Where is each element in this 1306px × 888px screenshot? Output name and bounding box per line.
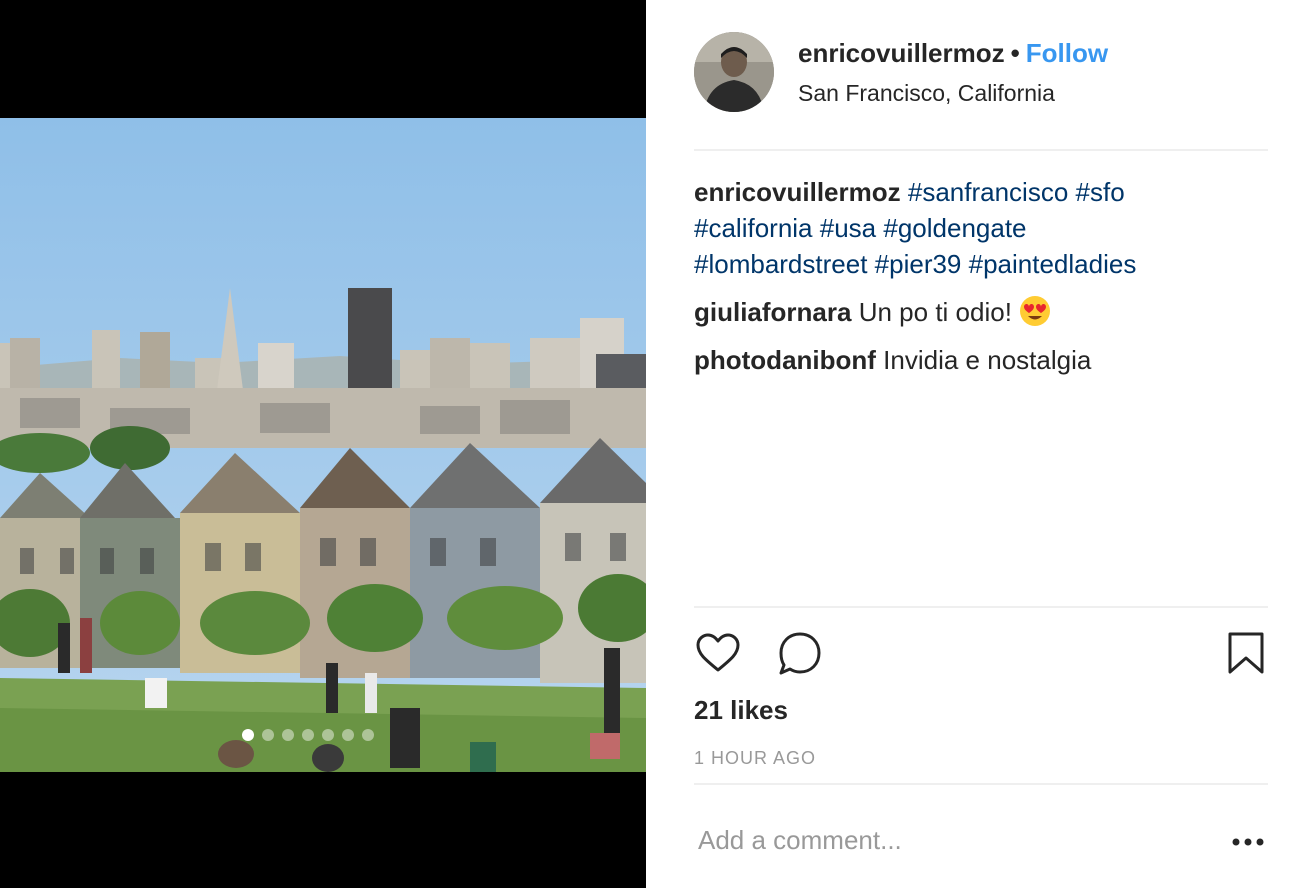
photo-illustration [0, 118, 646, 772]
avatar-photo [694, 32, 774, 112]
post-timestamp: 1 HOUR AGO [694, 748, 817, 768]
carousel-dot[interactable] [282, 729, 294, 741]
more-dots-icon [1232, 838, 1264, 846]
heart-eyes-emoji-icon [1020, 296, 1051, 326]
header-separator: • [1010, 38, 1020, 68]
save-button[interactable] [1224, 630, 1268, 683]
like-button[interactable] [694, 630, 742, 683]
hashtag-link[interactable]: #california [694, 213, 813, 243]
carousel-dot[interactable] [302, 729, 314, 741]
comment-button[interactable] [776, 630, 824, 683]
hashtag-link[interactable]: #goldengate [883, 213, 1026, 243]
post-location[interactable]: San Francisco, California [798, 80, 1055, 107]
avatar[interactable] [694, 32, 774, 112]
bookmark-icon [1228, 632, 1264, 674]
comment-username[interactable]: photodanibonf [694, 345, 876, 375]
comment-text: Un po ti odio! [858, 297, 1012, 327]
carousel-indicator [242, 729, 374, 741]
media-pane [0, 0, 646, 888]
carousel-dot[interactable] [242, 729, 254, 741]
comment-input[interactable] [694, 818, 1222, 862]
comment-item: giuliafornara Un po ti odio! [694, 294, 1274, 330]
post-details: enricovuillermoz • Follow San Francisco, C… [646, 0, 1306, 888]
comment-username[interactable]: giuliafornara [694, 297, 851, 327]
hashtag-link[interactable]: #pier39 [875, 249, 962, 279]
carousel-dot[interactable] [362, 729, 374, 741]
carousel-dot[interactable] [322, 729, 334, 741]
comment-text: Invidia e nostalgia [883, 345, 1092, 375]
more-options-button[interactable] [1230, 830, 1266, 854]
post-header: enricovuillermoz • Follow [798, 38, 1108, 69]
heart-icon [696, 633, 740, 672]
comment-divider [694, 783, 1268, 785]
post-actions [694, 630, 1268, 678]
comment-item: photodanibonf Invidia e nostalgia [694, 342, 1274, 378]
header-divider [694, 149, 1268, 151]
carousel-dot[interactable] [342, 729, 354, 741]
carousel-dot[interactable] [262, 729, 274, 741]
add-comment-form [694, 818, 1234, 862]
likes-count[interactable]: 21 likes [694, 695, 788, 726]
hashtag-link[interactable]: #lombardstreet [694, 249, 867, 279]
hashtag-link[interactable]: #usa [820, 213, 876, 243]
comments-list: enricovuillermoz #sanfrancisco #sfo #cal… [694, 174, 1274, 390]
hashtag-link[interactable]: #sanfrancisco [908, 177, 1068, 207]
comment-bubble-icon [779, 632, 821, 675]
caption-username[interactable]: enricovuillermoz [694, 177, 901, 207]
follow-button[interactable]: Follow [1026, 38, 1108, 68]
hashtag-link[interactable]: #sfo [1076, 177, 1125, 207]
hashtag-link[interactable]: #paintedladies [969, 249, 1137, 279]
post-photo[interactable] [0, 118, 646, 772]
caption: enricovuillermoz #sanfrancisco #sfo #cal… [694, 174, 1274, 282]
actions-divider [694, 606, 1268, 608]
author-username[interactable]: enricovuillermoz [798, 38, 1005, 68]
